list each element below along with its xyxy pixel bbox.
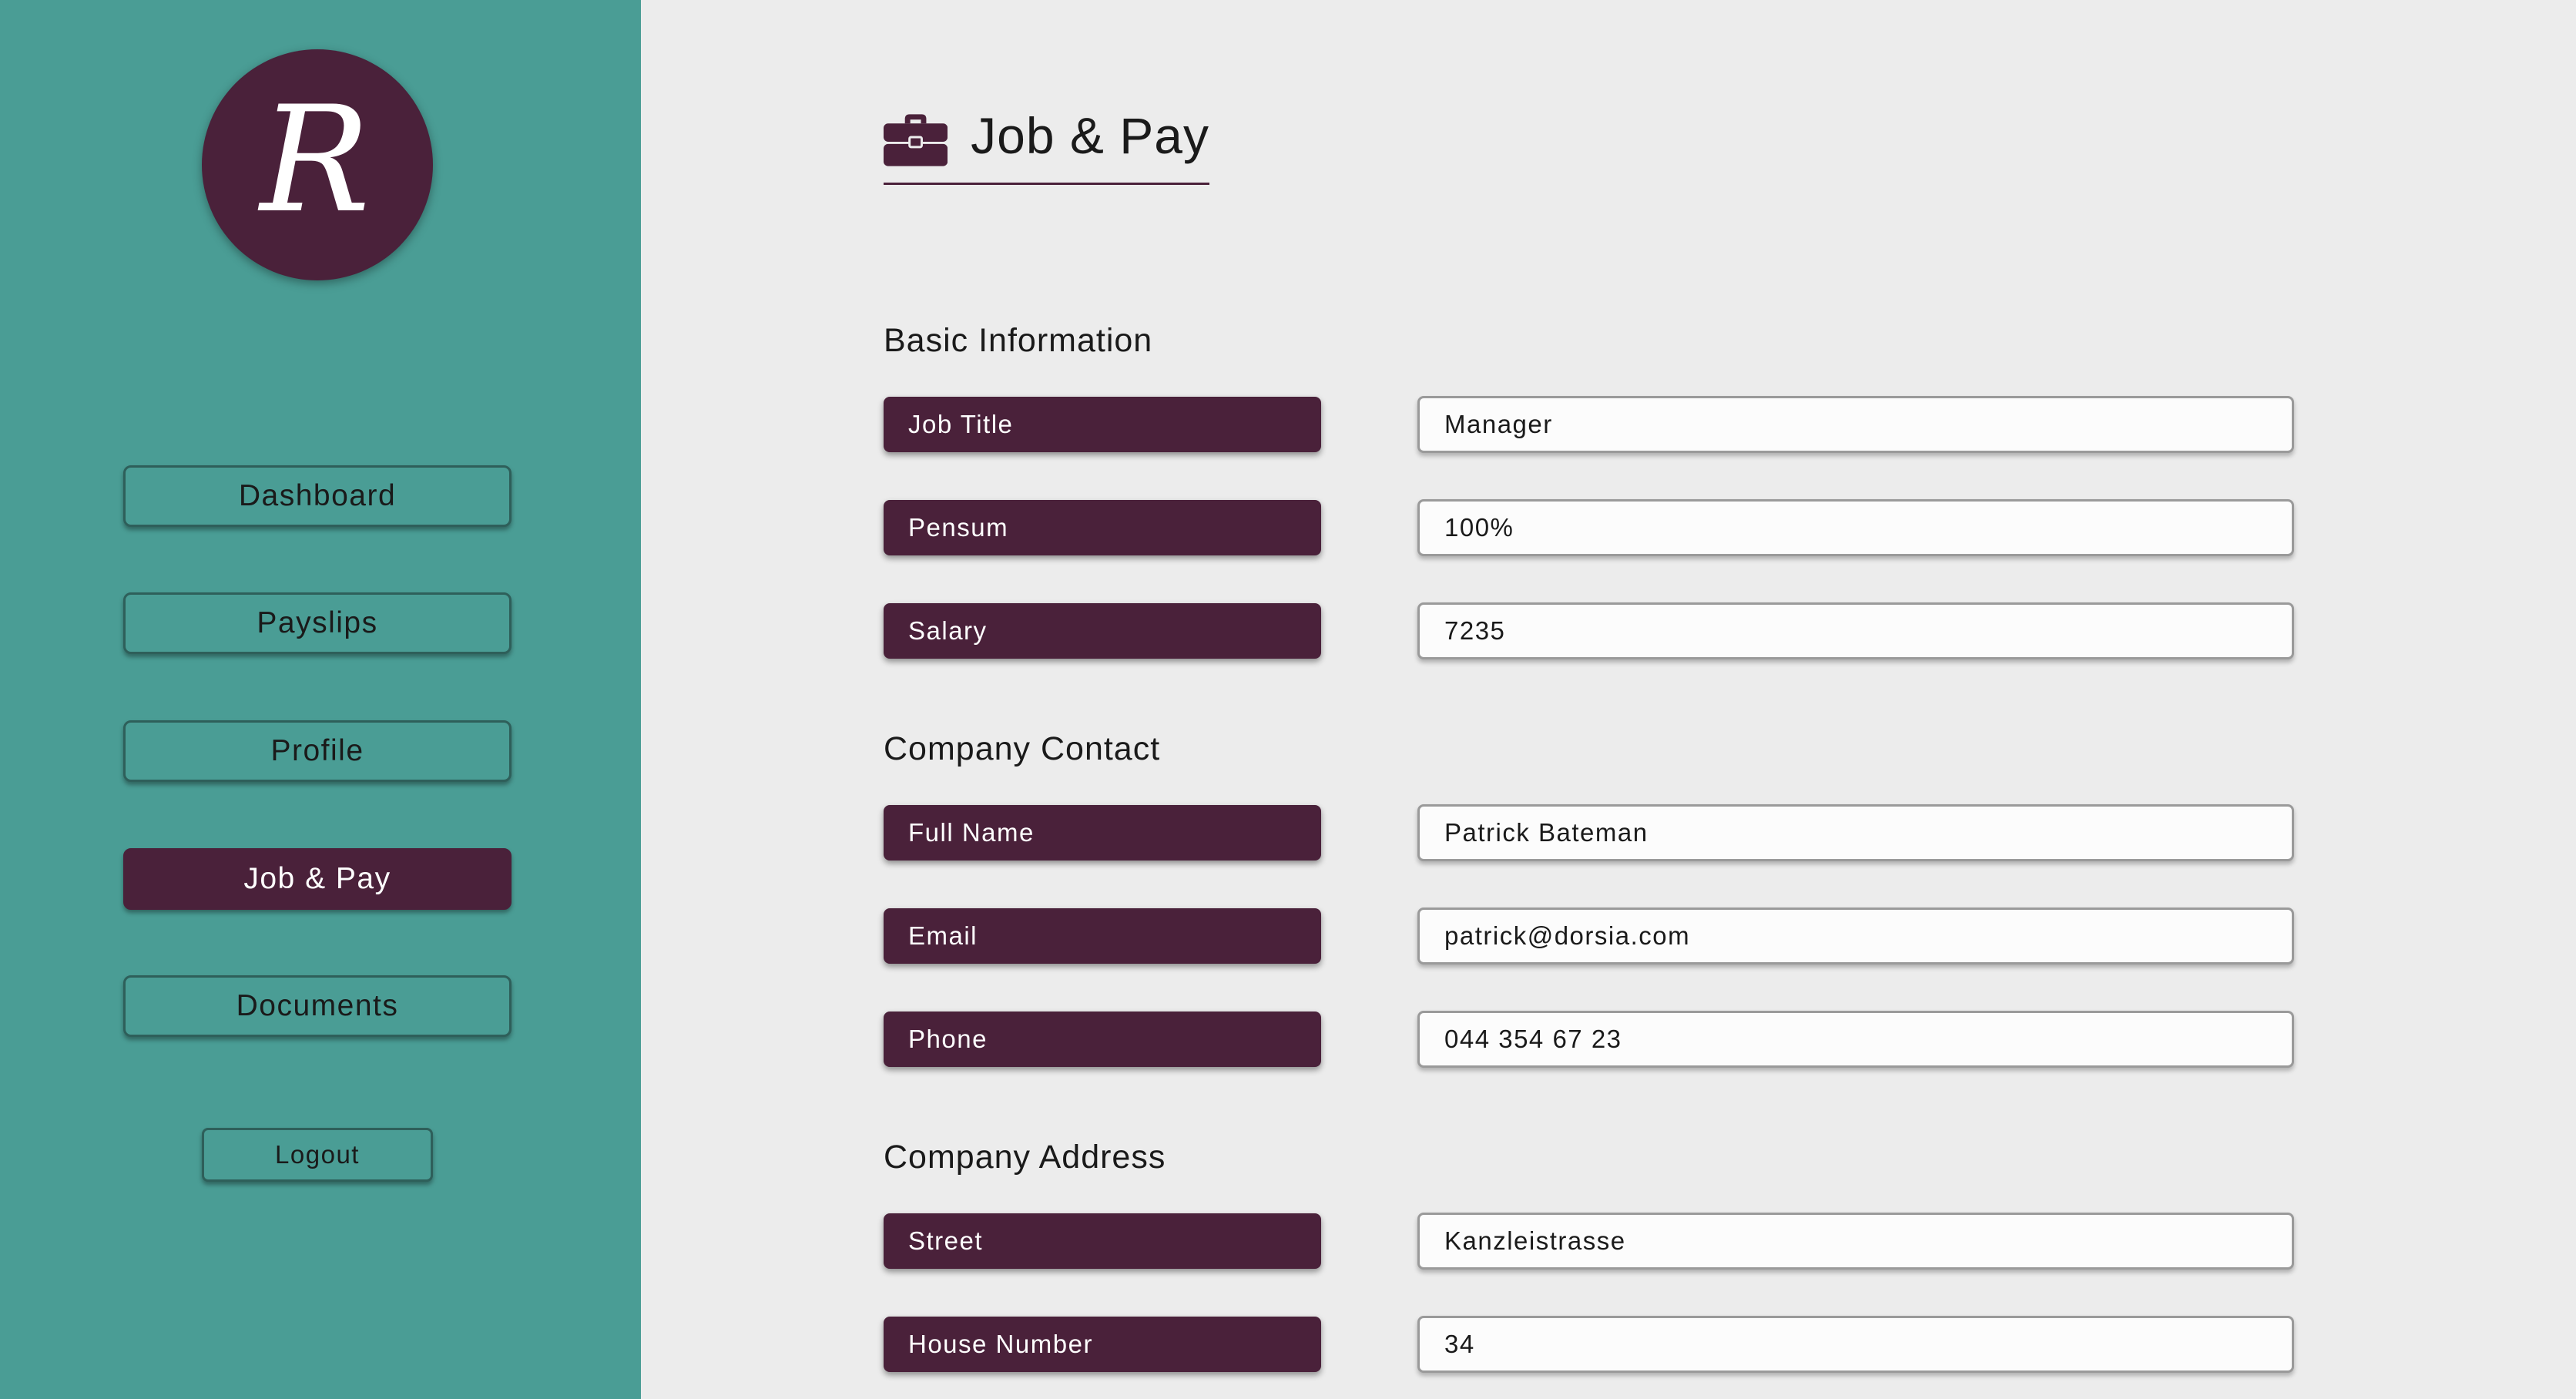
- field-label-salary: Salary: [884, 603, 1321, 659]
- briefcase-icon: [884, 114, 948, 166]
- sidebar-item-dashboard[interactable]: Dashboard: [123, 465, 512, 527]
- page-header: Job & Pay: [884, 100, 1209, 185]
- field-label-email: Email: [884, 908, 1321, 964]
- phone-field[interactable]: [1417, 1011, 2294, 1068]
- field-label-street: Street: [884, 1213, 1321, 1269]
- sidebar: R Dashboard Payslips Profile Job & Pay D…: [0, 0, 641, 1399]
- pensum-field[interactable]: [1417, 499, 2294, 556]
- section-title-basic-information: Basic Information: [884, 322, 1153, 359]
- logo: R: [202, 49, 433, 280]
- sidebar-item-documents[interactable]: Documents: [123, 975, 512, 1037]
- full-name-field[interactable]: [1417, 804, 2294, 861]
- logo-letter: R: [260, 75, 371, 245]
- sidebar-item-profile[interactable]: Profile: [123, 720, 512, 782]
- sidebar-item-payslips[interactable]: Payslips: [123, 592, 512, 654]
- app-window: R Dashboard Payslips Profile Job & Pay D…: [0, 0, 2576, 1399]
- salary-field[interactable]: [1417, 602, 2294, 659]
- field-label-full-name: Full Name: [884, 805, 1321, 861]
- street-field[interactable]: [1417, 1213, 2294, 1270]
- email-field[interactable]: [1417, 908, 2294, 965]
- sidebar-item-job-and-pay[interactable]: Job & Pay: [123, 848, 512, 910]
- logout-button[interactable]: Logout: [202, 1128, 433, 1182]
- house-number-field[interactable]: [1417, 1316, 2294, 1373]
- field-label-pensum: Pensum: [884, 500, 1321, 555]
- page-title: Job & Pay: [971, 107, 1209, 164]
- section-title-company-contact: Company Contact: [884, 730, 1161, 767]
- field-label-phone: Phone: [884, 1012, 1321, 1067]
- section-title-company-address: Company Address: [884, 1139, 1166, 1176]
- field-label-job-title: Job Title: [884, 397, 1321, 452]
- job-title-field[interactable]: [1417, 396, 2294, 453]
- field-label-house-number: House Number: [884, 1317, 1321, 1372]
